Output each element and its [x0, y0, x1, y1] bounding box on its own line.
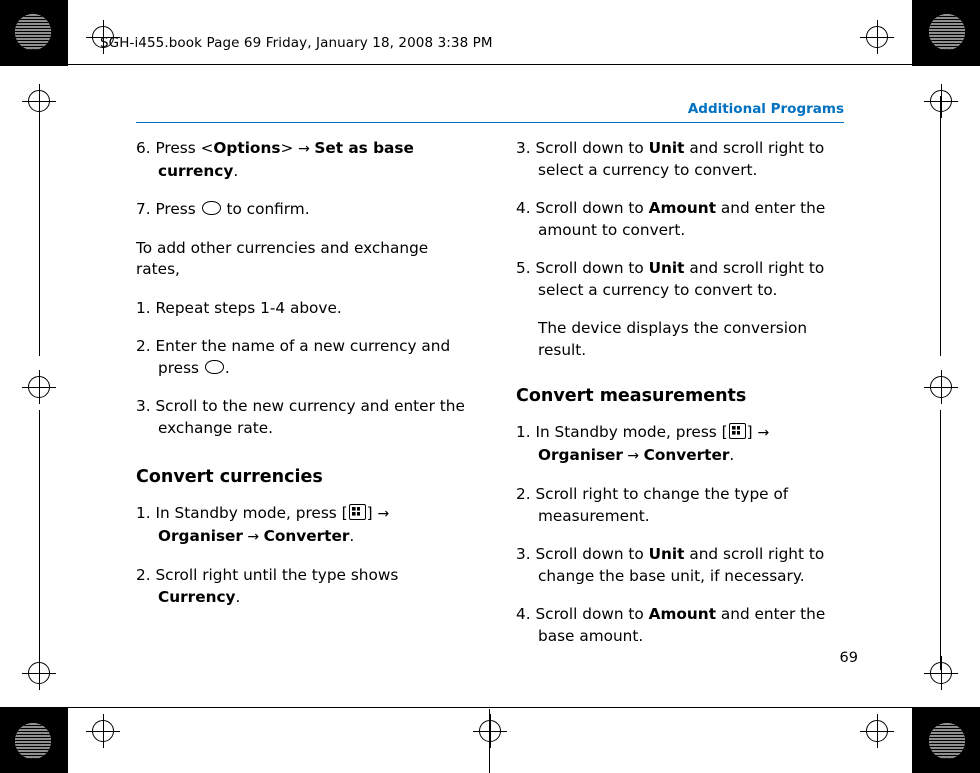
trim-bar-bottom-right	[914, 707, 980, 709]
registration-mark-left-middle	[22, 370, 56, 404]
halftone-dot	[15, 723, 51, 759]
trim-bar-right-upper	[912, 0, 914, 66]
trim-bar-left-upper	[66, 0, 68, 66]
bold-term: Amount	[648, 199, 717, 217]
trim-bar-bottom-left	[0, 707, 66, 709]
registration-mark-left-lower	[22, 656, 56, 690]
numbered-step: 2. Scroll right until the type shows Cur…	[136, 566, 399, 606]
numbered-step: 1. Repeat steps 1-4 above.	[136, 298, 342, 317]
gutter-rule-left	[39, 96, 40, 356]
corner-registration-block-bottom-right	[914, 709, 980, 773]
section-title: Additional Programs	[687, 101, 844, 117]
bold-term: Organiser	[158, 526, 243, 545]
menu-key-icon	[348, 504, 366, 520]
bold-term: Unit	[648, 545, 685, 563]
bold-term: Unit	[648, 139, 685, 157]
bold-term: Organiser	[538, 445, 623, 464]
registration-mark-right-upper	[924, 84, 958, 118]
numbered-step: 3. Scroll down to Unit and scroll right …	[516, 545, 825, 585]
bold-term: Converter	[643, 445, 730, 464]
numbered-step: 3. Scroll down to Unit and scroll right …	[516, 139, 825, 179]
arrow-glyph: →	[757, 425, 770, 441]
trim-bar-left-lower	[66, 707, 68, 773]
menu-key-icon	[728, 423, 746, 439]
numbered-step: 1. In Standby mode, press [] → Organiser…	[136, 504, 390, 545]
step-note: The device displays the conversion resul…	[538, 319, 808, 359]
right-text-column: 3. Scroll down to Unit and scroll right …	[516, 138, 846, 664]
bold-term: Options	[213, 139, 281, 157]
page-number: 69	[839, 650, 858, 666]
arrow-glyph: →	[622, 447, 644, 464]
registration-mark-top-right	[860, 20, 894, 54]
numbered-step: 7. Press to confirm.	[136, 200, 310, 218]
gutter-rule-right-lower	[940, 410, 941, 670]
numbered-step: 4. Scroll down to Amount and enter the a…	[516, 199, 826, 239]
arrow-glyph: →	[377, 506, 390, 522]
confirm-key-icon	[204, 359, 224, 374]
trim-bar-right-lower	[912, 707, 914, 773]
numbered-step: 4. Scroll down to Amount and enter the b…	[516, 605, 826, 645]
registration-mark-left-upper	[22, 84, 56, 118]
subsection-heading: Convert measurements	[516, 386, 747, 406]
numbered-step: 5. Scroll down to Unit and scroll right …	[516, 259, 825, 299]
halftone-dot	[15, 14, 51, 50]
left-text-column: 6. Press <Options> → Set as base currenc…	[136, 138, 466, 625]
confirm-key-icon	[201, 201, 221, 215]
numbered-step: 6. Press <Options> → Set as base currenc…	[136, 139, 414, 180]
numbered-step: 2. Scroll right to change the type of me…	[516, 485, 789, 525]
bold-term: Converter	[263, 526, 350, 545]
numbered-step: 2. Enter the name of a new currency and …	[136, 337, 451, 377]
trim-bar-top-left	[0, 64, 66, 66]
halftone-dot	[929, 723, 965, 759]
book-file-header: SGH-i455.book Page 69 Friday, January 18…	[100, 35, 493, 51]
registration-mark-bottom-right	[860, 714, 894, 748]
rule-top	[66, 64, 916, 65]
subsection-heading: Convert currencies	[136, 467, 323, 487]
registration-mark-right-lower	[924, 656, 958, 690]
registration-mark-right-middle	[924, 370, 958, 404]
numbered-step: 3. Scroll to the new currency and enter …	[136, 397, 465, 437]
corner-registration-block-top-left	[0, 0, 66, 64]
bold-term: Unit	[648, 259, 685, 277]
gutter-rule-left-lower	[39, 410, 40, 670]
gutter-rule-right	[940, 96, 941, 356]
registration-mark-bottom-left	[86, 714, 120, 748]
trim-bar-top-right	[914, 64, 980, 66]
corner-registration-block-bottom-left	[0, 709, 66, 773]
bold-term: Currency	[158, 587, 236, 606]
halftone-dot	[929, 14, 965, 50]
rule-bottom	[66, 707, 916, 708]
numbered-step: 1. In Standby mode, press [] → Organiser…	[516, 423, 770, 464]
body-paragraph: To add other currencies and exchange rat…	[136, 238, 429, 279]
arrow-glyph: →	[298, 141, 315, 157]
header-rule	[136, 122, 844, 123]
arrow-glyph: →	[242, 528, 264, 545]
corner-registration-block-top-right	[914, 0, 980, 64]
bold-term: Amount	[648, 605, 717, 623]
bold-term: Set as base currency	[158, 139, 414, 180]
registration-mark-bottom-center	[473, 714, 507, 748]
